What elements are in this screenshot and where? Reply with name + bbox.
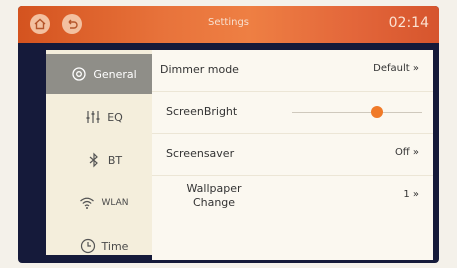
head-unit-screen: Settings 02:14 General EQ BT WLAN Time D… [18, 6, 439, 263]
screensaver-row[interactable]: Screensaver Off » [152, 134, 433, 176]
sidebar-item-label: BT [107, 153, 123, 167]
sidebar-item-time[interactable]: Time [46, 226, 162, 263]
sidebar-item-wlan[interactable]: WLAN [46, 183, 162, 223]
sidebar-item-label: WLAN [101, 198, 129, 208]
wifi-icon [80, 197, 95, 209]
brightness-slider-handle[interactable] [370, 106, 383, 118]
wallpaper-value[interactable]: 1 » [403, 189, 419, 200]
sidebar-item-label: General [93, 67, 137, 81]
sidebar-item-eq[interactable]: EQ [46, 97, 162, 137]
settings-sidebar: General EQ BT WLAN Time [46, 50, 162, 255]
sidebar-item-general[interactable]: General [46, 54, 162, 94]
sidebar-item-bt[interactable]: BT [46, 140, 162, 180]
dimmer-mode-value[interactable]: Default » [373, 63, 419, 74]
sidebar-item-label: EQ [107, 110, 123, 124]
settings-panel: Dimmer mode Default » ScreenBright Scree… [152, 50, 433, 260]
clock: 02:14 [388, 15, 429, 31]
brightness-slider-track[interactable] [292, 112, 422, 113]
equalizer-icon [86, 111, 100, 123]
dimmer-mode-label: Dimmer mode [160, 63, 239, 76]
sidebar-item-label: Time [101, 239, 129, 253]
screen-bright-row: ScreenBright [152, 92, 433, 134]
clock-icon [80, 238, 95, 254]
screen-bright-label: ScreenBright [166, 105, 238, 118]
screensaver-label: Screensaver [166, 147, 235, 160]
wallpaper-change-label: Wallpaper Change [186, 182, 242, 209]
dimmer-mode-row[interactable]: Dimmer mode Default » [152, 50, 433, 92]
top-bar: Settings 02:14 [18, 6, 439, 43]
screensaver-value[interactable]: Off » [395, 147, 419, 158]
page-title: Settings [207, 17, 249, 28]
bluetooth-icon [89, 152, 98, 168]
wallpaper-row[interactable]: Wallpaper Change 1 » [152, 176, 433, 217]
gear-icon [72, 67, 86, 81]
